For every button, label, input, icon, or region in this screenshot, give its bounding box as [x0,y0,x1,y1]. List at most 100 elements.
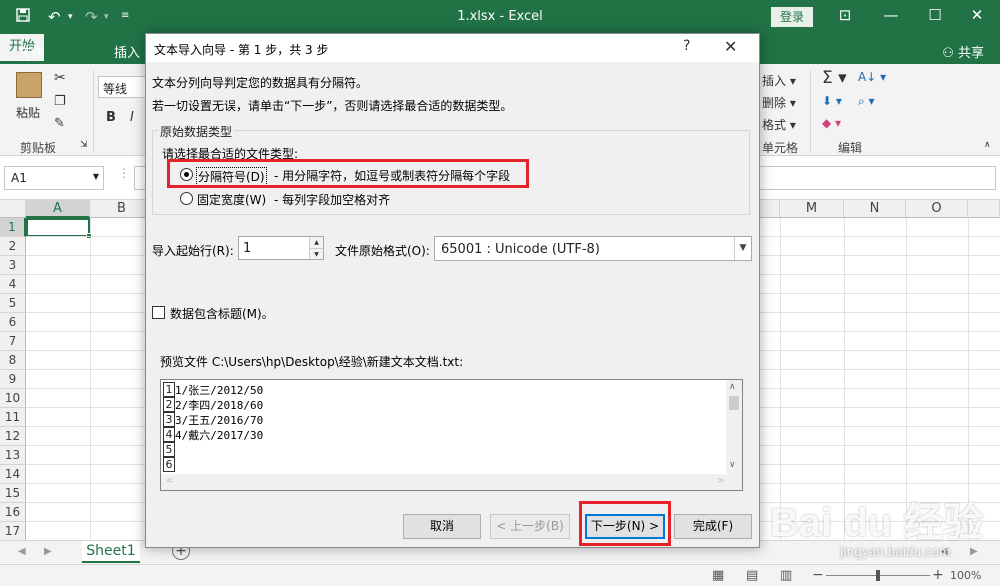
row-header[interactable]: 2 [0,237,26,256]
insert-cells-label: 插入 [762,74,787,88]
sheet-tab-sheet1[interactable]: Sheet1 [82,541,140,563]
column-header-m[interactable]: M [780,200,844,218]
italic-button[interactable]: I [130,110,134,125]
chevron-right-icon[interactable]: > [717,476,725,486]
row-header[interactable]: 3 [0,256,26,275]
back-button[interactable]: < 上一步(B) [490,514,570,539]
row-header[interactable]: 13 [0,446,26,465]
clear-icon[interactable]: ◆ ▾ [822,116,841,130]
row-header[interactable]: 5 [0,294,26,313]
row-header[interactable]: 6 [0,313,26,332]
paste-label[interactable]: 粘贴 [16,104,40,121]
active-cell-a1[interactable] [26,218,90,237]
ribbon-separator [93,70,94,152]
chevron-up-icon[interactable]: ∧ [729,382,736,392]
preview-row-text: 4/戴六/2017/30 [175,429,264,442]
delete-cells-button[interactable]: 删除 ▾ [762,94,796,111]
insert-cells-button[interactable]: 插入 ▾ [762,72,796,89]
ribbon-separator [810,70,811,152]
preview-lines: 1 1/张三/2012/50 2 2/李四/2018/60 3 3/王五/201… [161,380,728,475]
zoom-level[interactable]: 100% [950,569,981,582]
font-name: 等线 [103,82,128,96]
page-layout-view-icon[interactable]: ▤ [746,568,758,583]
column-header-a[interactable]: A [26,200,90,218]
minimize-icon[interactable]: — [876,6,906,24]
column-header-o[interactable]: O [906,200,968,218]
format-painter-icon[interactable]: ✎ [54,116,65,131]
header-checkbox-label[interactable]: 数据包含标题(M)。 [170,305,274,322]
preview-row-text: 3/王五/2016/70 [175,414,264,427]
bold-button[interactable]: B [106,110,116,125]
preview-horizontal-scrollbar[interactable]: < > [161,474,742,490]
fixed-width-radio[interactable] [180,192,193,205]
sort-filter-icon[interactable]: A↓ ▾ [858,70,886,84]
format-cells-button[interactable]: 格式 ▾ [762,116,796,133]
row-header[interactable]: 4 [0,275,26,294]
format-cells-label: 格式 [762,118,787,132]
spin-up-icon[interactable]: ▲ [309,237,323,248]
fixed-width-label[interactable]: 固定宽度(W) [197,191,266,208]
font-name-box[interactable]: 等线 [98,76,146,98]
name-box[interactable]: A1 ▼ [4,166,104,190]
file-origin-select[interactable]: 65001 : Unicode (UTF-8) ▼ [434,236,752,261]
row-header[interactable]: 8 [0,351,26,370]
header-checkbox[interactable] [152,306,165,319]
row-header[interactable]: 12 [0,427,26,446]
copy-icon[interactable]: ❐ [54,94,66,109]
zoom-out-icon[interactable]: − [812,567,824,583]
close-window-icon[interactable]: ✕ [962,6,992,24]
chevron-down-icon[interactable]: ▼ [734,237,751,260]
start-row-spinner[interactable]: 1 ▲ ▼ [238,236,324,260]
row-header[interactable]: 7 [0,332,26,351]
preview-row-number: 4 [163,427,175,442]
preview-row-number: 1 [163,382,175,397]
row-header[interactable]: 16 [0,503,26,522]
cancel-button[interactable]: 取消 [403,514,481,539]
scroll-thumb[interactable] [729,396,739,410]
preview-row-number: 5 [163,442,175,457]
text-import-wizard-dialog: 文本导入向导 - 第 1 步，共 3 步 ? ✕ 文本分列向导判定您的数据具有分… [145,33,760,548]
tab-file[interactable]: 文件 [18,42,44,61]
autosum-icon[interactable]: Σ ▾ [822,68,847,88]
row-header[interactable]: 10 [0,389,26,408]
maximize-icon[interactable]: ☐ [920,6,950,24]
zoom-slider-thumb[interactable] [876,570,880,581]
chevron-left-icon[interactable]: < [166,476,174,486]
paste-icon[interactable] [16,72,42,98]
share-button[interactable]: ⚇ 共享 [942,42,984,61]
fill-icon[interactable]: ⬇ ▾ [822,94,842,108]
intro-text-2: 若一切设置无误，请单击“下一步”，否则请选择最合适的数据类型。 [152,99,513,113]
close-icon[interactable]: ✕ [724,37,737,56]
cut-icon[interactable]: ✂ [54,70,66,86]
normal-view-icon[interactable]: ▦ [712,568,724,583]
finish-button[interactable]: 完成(F) [674,514,752,539]
chevron-down-icon[interactable]: ∨ [729,460,736,470]
preview-row-number: 6 [163,457,175,472]
preview-vertical-scrollbar[interactable]: ∧ ∨ [726,380,742,475]
row-header[interactable]: 11 [0,408,26,427]
login-button[interactable]: 登录 [771,7,813,27]
collapse-ribbon-icon[interactable]: ∧ [984,140,991,150]
clipboard-launcher-icon[interactable]: ⇲ [80,140,88,150]
ribbon-display-options-icon[interactable]: ⊡ [830,6,860,24]
spin-down-icon[interactable]: ▼ [309,248,323,259]
row-header[interactable]: 17 [0,522,26,540]
zoom-in-icon[interactable]: + [932,567,944,583]
page-break-view-icon[interactable]: ▥ [780,568,792,583]
row-header[interactable]: 14 [0,465,26,484]
help-icon[interactable]: ? [683,38,690,54]
start-row-label: 导入起始行(R): [152,244,234,258]
row-header[interactable]: 15 [0,484,26,503]
row-header[interactable]: 9 [0,370,26,389]
scroll-right-icon[interactable]: ▶ [44,546,52,557]
row-header[interactable]: 1 [0,218,26,237]
find-select-icon[interactable]: ⌕ ▾ [858,94,875,109]
preview-pane[interactable]: 1 1/张三/2012/50 2 2/李四/2018/60 3 3/王五/201… [160,379,743,491]
file-origin-label: 文件原始格式(O): [335,244,430,258]
column-header-n[interactable]: N [844,200,906,218]
chevron-down-icon: ▼ [92,172,99,181]
scroll-left-icon[interactable]: ◀ [18,546,26,557]
select-all-corner[interactable] [0,200,26,218]
dialog-title-bar[interactable]: 文本导入向导 - 第 1 步，共 3 步 ? ✕ [146,34,759,62]
tab-insert[interactable]: 插入 [114,42,140,61]
